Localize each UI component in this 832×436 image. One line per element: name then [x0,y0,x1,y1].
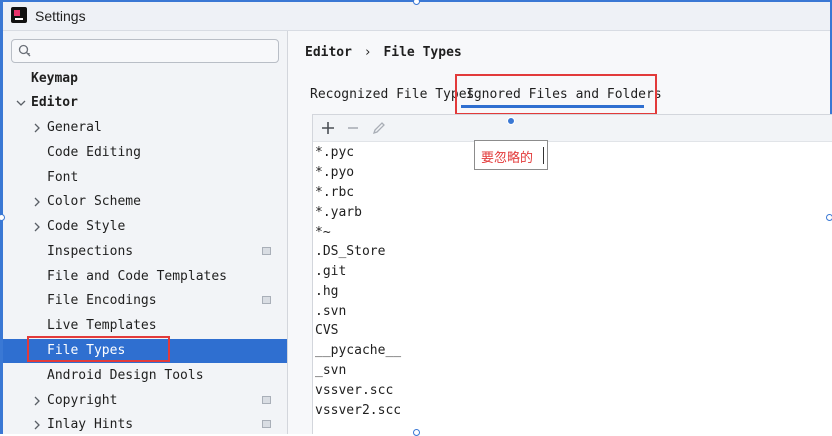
text-caret [543,147,544,164]
chevron-right-icon[interactable] [31,196,43,208]
sidebar-item-code-style[interactable]: Code Style [3,215,287,239]
sidebar-item-label: Copyright [47,393,118,408]
list-toolbar [313,115,832,142]
sidebar-item-code-editing[interactable]: Code Editing [3,141,287,165]
sidebar-item-live-templates[interactable]: Live Templates [3,314,287,338]
edit-button[interactable] [370,119,388,137]
list-item[interactable]: *.yarb [315,205,362,225]
list-item[interactable]: CVS [315,323,338,343]
remove-button[interactable] [344,119,362,137]
chevron-right-icon[interactable] [31,122,43,134]
tab-recognized-file-types[interactable]: Recognized File Types [310,83,474,113]
breadcrumb-separator: › [363,45,372,60]
sidebar-item-editor[interactable]: Editor [3,91,287,115]
list-item[interactable]: *.rbc [315,185,354,205]
sidebar-item-label: Live Templates [47,318,157,333]
resize-handle-right[interactable] [826,214,832,221]
sidebar-item-color-scheme[interactable]: Color Scheme [3,190,287,214]
list-item[interactable]: *.pyc [315,145,354,165]
list-item[interactable]: .hg [315,284,338,304]
list-item[interactable]: .DS_Store [315,244,385,264]
app-icon [11,7,27,23]
sidebar-item-label: Color Scheme [47,194,141,209]
tab-label: Recognized File Types [310,87,475,102]
project-scope-icon [262,420,271,428]
list-item[interactable]: __pycache__ [315,343,401,363]
highlight-box-ignored-tab [455,74,657,115]
sidebar-item-general[interactable]: General [3,116,287,140]
list-item[interactable]: .git [315,264,346,284]
list-item[interactable]: vssver.scc [315,383,393,403]
list-item[interactable]: _svn [315,363,346,383]
sidebar-item-keymap[interactable]: Keymap [3,67,287,91]
sidebar-item-copyright[interactable]: Copyright [3,389,287,413]
sidebar-item-label: Code Editing [47,145,141,160]
sidebar-item-inlay-hints[interactable]: Inlay Hints [3,413,287,434]
sidebar-item-file-and-code-templates[interactable]: File and Code Templates [3,265,287,289]
chevron-right-icon[interactable] [31,221,43,233]
breadcrumb-parent[interactable]: Editor [305,45,352,60]
sidebar-item-font[interactable]: Font [3,166,287,190]
sidebar-item-label: Inlay Hints [47,417,134,432]
settings-sidebar: Keymap Editor General Code Editing Font … [3,31,287,434]
project-scope-icon [262,247,271,255]
search-icon [18,44,31,57]
list-item[interactable]: .svn [315,304,346,324]
sidebar-item-label: File Encodings [47,293,157,308]
sidebar-item-label: Keymap [31,71,78,86]
anchor-handle[interactable] [507,117,515,125]
list-item[interactable]: *.pyo [315,165,354,185]
annotation-text-box[interactable]: 要忽略的 [474,140,548,170]
chevron-right-icon[interactable] [31,419,43,431]
project-scope-icon [262,396,271,404]
sidebar-item-android-design-tools[interactable]: Android Design Tools [3,364,287,388]
title-bar: Settings [3,2,830,31]
chevron-right-icon[interactable] [31,395,43,407]
minus-icon [348,127,358,129]
ignored-files-panel: *.pyc *.pyo *.rbc *.yarb *~ .DS_Store .g… [312,114,832,434]
search-input[interactable] [11,39,279,63]
project-scope-icon [262,296,271,304]
sidebar-item-label: Code Style [47,219,126,234]
list-item[interactable]: *~ [315,225,331,245]
chevron-down-icon[interactable] [15,97,27,109]
list-item[interactable]: vssver2.scc [315,403,401,423]
breadcrumb-current: File Types [383,45,462,60]
pencil-icon [372,122,385,135]
sidebar-item-label: Editor [31,95,78,110]
sidebar-item-file-encodings[interactable]: File Encodings [3,289,287,313]
plus-icon [322,122,334,134]
window-title: Settings [35,8,86,24]
sidebar-item-label: General [47,120,102,135]
highlight-box-file-types [27,336,170,362]
sidebar-item-label: File and Code Templates [47,269,228,284]
sidebar-item-label: Font [47,170,79,185]
resize-handle-bottom[interactable] [413,429,420,436]
add-button[interactable] [319,119,337,137]
breadcrumb: Editor › File Types [305,45,462,60]
sidebar-item-label: Android Design Tools [47,368,204,383]
annotation-text: 要忽略的 [481,151,534,166]
sidebar-item-inspections[interactable]: Inspections [3,240,287,264]
sidebar-item-label: Inspections [47,244,134,259]
